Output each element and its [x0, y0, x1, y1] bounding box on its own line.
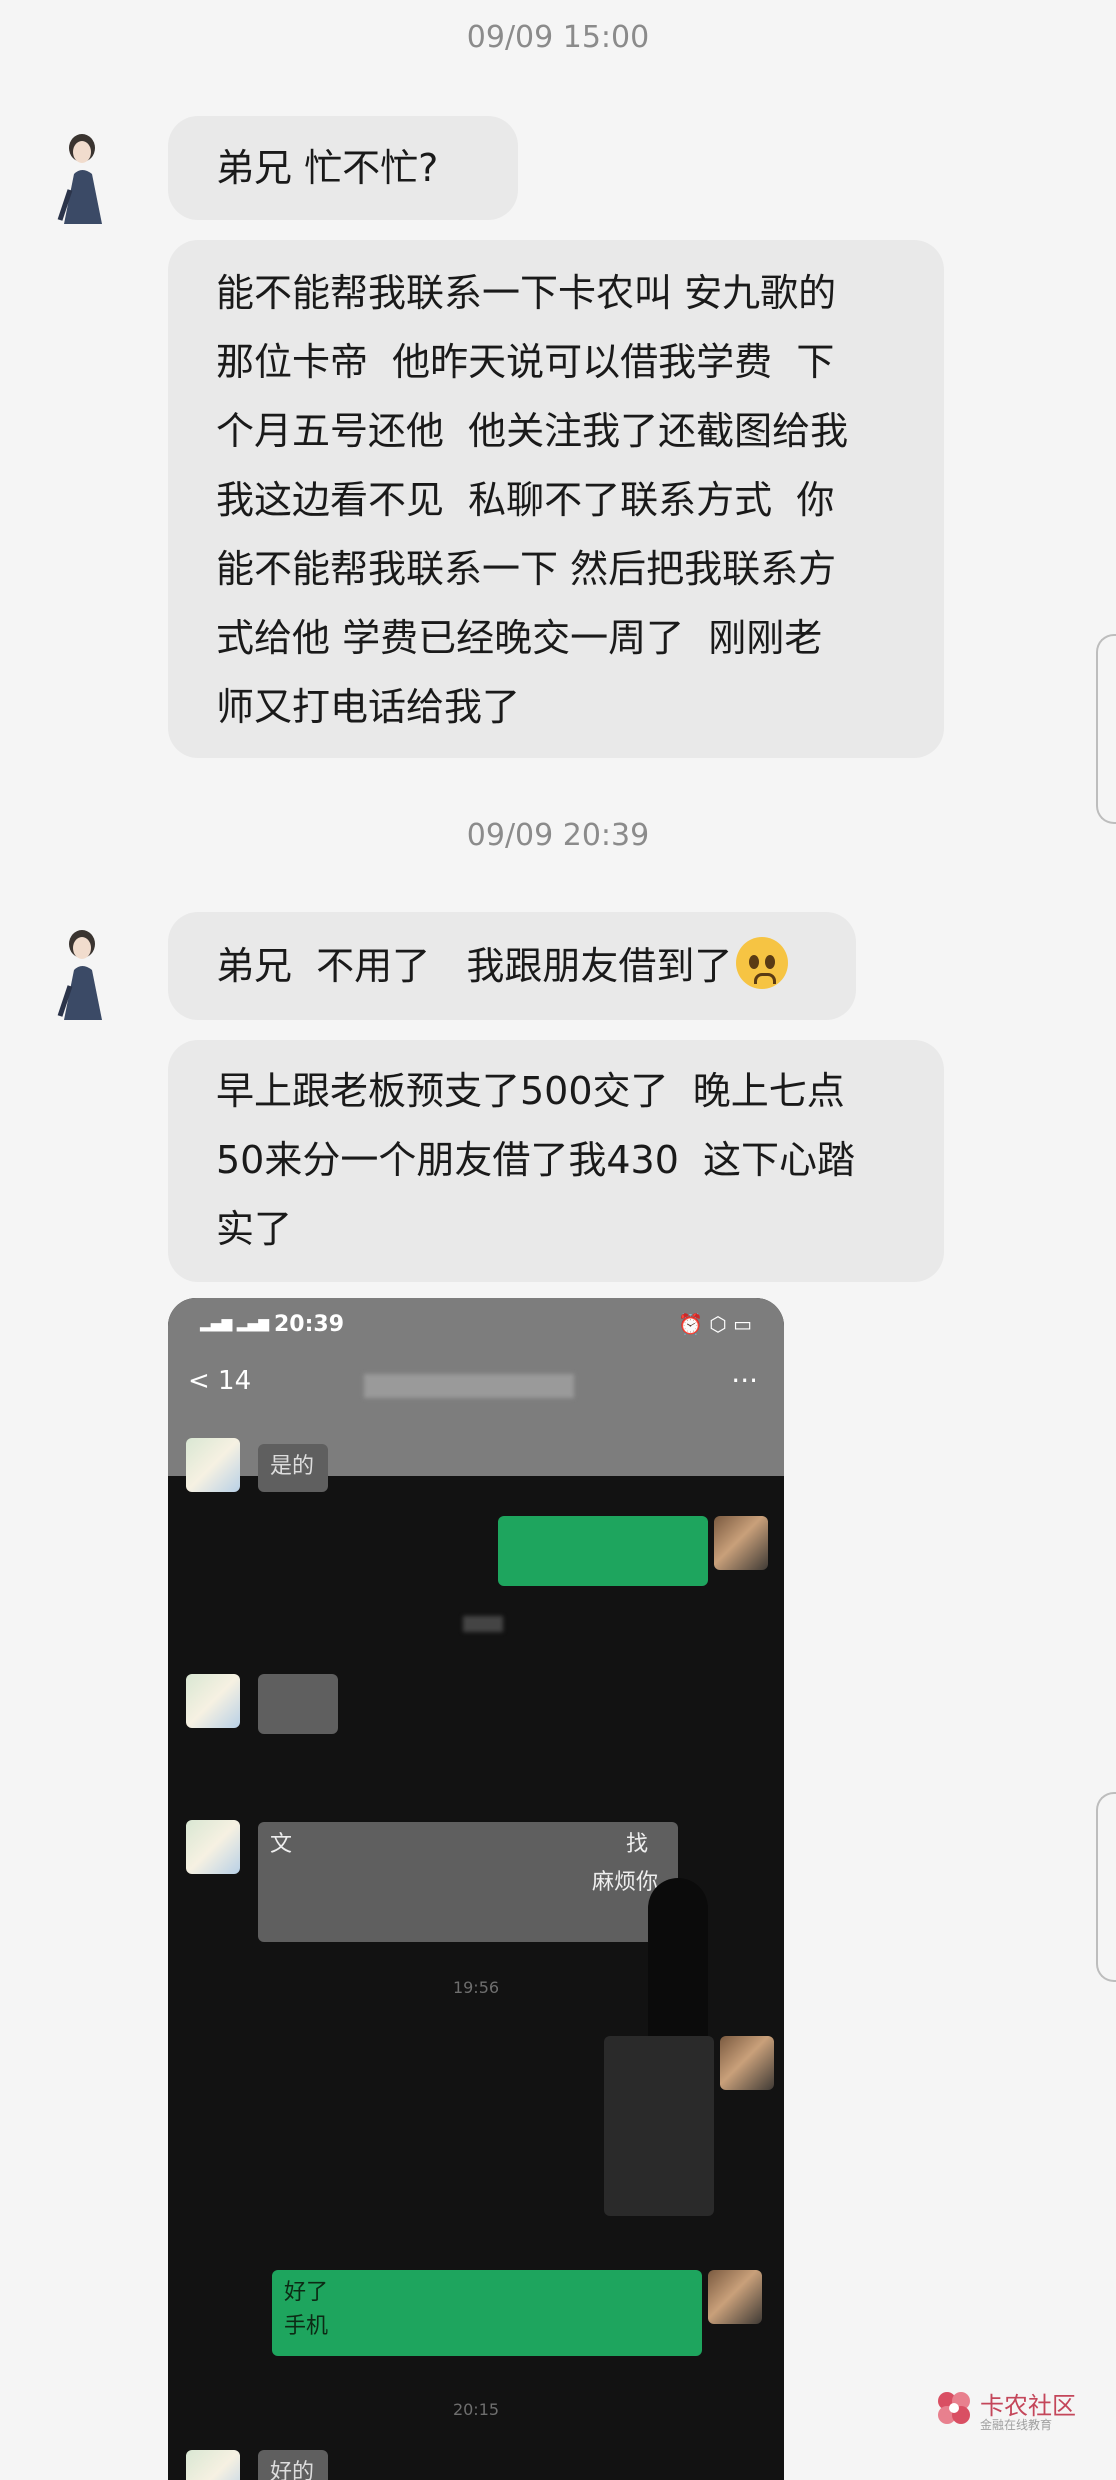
- battery-icon: ⏰ ⬡ ▭: [678, 1312, 752, 1336]
- message-bubble[interactable]: 早上跟老板预支了500交了 晚上七点 50来分一个朋友借了我430 这下心踏 实…: [168, 1040, 944, 1282]
- avatar[interactable]: [52, 130, 112, 226]
- chat-timestamp: 19:56: [452, 1978, 500, 1997]
- signal-icon: ▂▄▆ ▂▄▆: [200, 1316, 270, 1332]
- chat-bubble: 是的: [258, 1444, 328, 1492]
- brand-subtitle: 金融在线教育: [980, 2418, 1053, 2432]
- message-text: 弟兄 忙不忙?: [216, 146, 439, 190]
- status-time: 20:39: [274, 1312, 345, 1337]
- chat-text: 好了: [284, 2280, 329, 2305]
- more-icon: ···: [731, 1364, 758, 1397]
- contact-avatar: [186, 1674, 240, 1728]
- message-bubble[interactable]: 能不能帮我联系一下卡农叫 安九歌的 那位卡帝 他昨天说可以借我学费 下 个月五号…: [168, 240, 944, 758]
- chat-bubble: 文 找 麻烦你: [258, 1822, 678, 1942]
- blurred-content: [463, 1616, 503, 1632]
- screenshot-header: ▂▄▆ ▂▄▆ 20:39 ⏰ ⬡ ▭ < 14 ··· 是的: [168, 1298, 784, 1492]
- chat-bubble: 好的: [258, 2450, 328, 2480]
- message-text: 早上跟老板预支了500交了 晚上七点 50来分一个朋友借了我430 这下心踏 实…: [216, 1069, 856, 1251]
- avatar[interactable]: [52, 926, 112, 1022]
- chat-text: 好的: [270, 2460, 315, 2480]
- message-bubble[interactable]: 弟兄 忙不忙?: [168, 116, 518, 220]
- chat-bubble: [258, 1674, 338, 1734]
- chat-text: 文: [270, 1832, 293, 1857]
- timestamp: 09/09 20:39: [466, 818, 650, 853]
- user-avatar: [708, 2270, 762, 2324]
- image-message: [604, 2036, 714, 2216]
- message-bubble[interactable]: 弟兄 不用了 我跟朋友借到了: [168, 912, 856, 1020]
- message-text: 弟兄 不用了 我跟朋友借到了: [216, 944, 733, 988]
- brand-logo-icon: [938, 2392, 970, 2424]
- chat-text: 是的: [270, 1454, 315, 1479]
- shared-screenshot[interactable]: ▂▄▆ ▂▄▆ 20:39 ⏰ ⬡ ▭ < 14 ··· 是的 文 找 麻烦你 …: [168, 1298, 784, 2480]
- chat-bubble-green: 好了 手机: [272, 2270, 702, 2356]
- message-text: 能不能帮我联系一下卡农叫 安九歌的 那位卡帝 他昨天说可以借我学费 下 个月五号…: [216, 271, 849, 729]
- chat-bubble-green: [498, 1516, 708, 1586]
- timestamp: 09/09 15:00: [466, 20, 650, 55]
- blurred-title: [364, 1374, 574, 1398]
- side-drawer-handle[interactable]: [1096, 1792, 1116, 1982]
- user-avatar: [720, 2036, 774, 2090]
- chat-text: 找: [625, 1832, 648, 1857]
- chat-timestamp: 20:15: [452, 2400, 500, 2419]
- contact-avatar: [186, 1438, 240, 1492]
- user-avatar: [714, 1516, 768, 1570]
- side-drawer-handle[interactable]: [1096, 634, 1116, 824]
- chat-text: 手机: [284, 2314, 329, 2339]
- back-button: < 14: [188, 1366, 252, 1396]
- chat-text: 麻烦你: [591, 1870, 658, 1895]
- contact-avatar: [186, 2450, 240, 2480]
- contact-avatar: [186, 1820, 240, 1874]
- pleading-face-icon: [736, 937, 789, 989]
